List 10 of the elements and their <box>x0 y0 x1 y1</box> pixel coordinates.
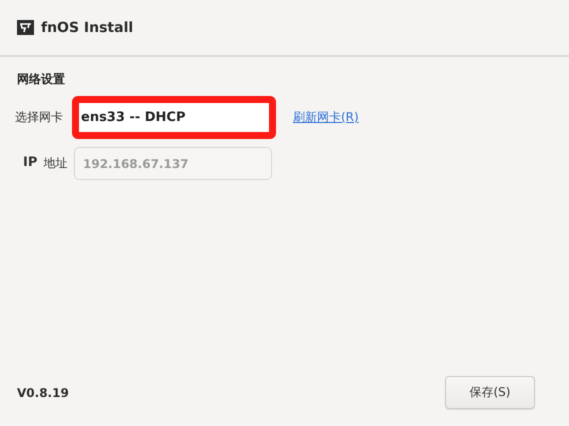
window-title: fnOS Install <box>41 20 134 36</box>
section-title: 网络设置 <box>17 71 66 88</box>
version-text: V0.8.19 <box>17 386 69 400</box>
save-button[interactable]: 保存(S) <box>445 376 535 409</box>
field-label: IP <box>23 155 38 172</box>
refresh-link[interactable]: 刷新网卡(R) <box>293 109 359 126</box>
field-label: 地址 <box>43 155 68 172</box>
field-label: 选择网卡 <box>15 109 63 126</box>
network-card-select[interactable]: ens33 -- DHCP <box>72 96 276 139</box>
app-logo-icon <box>17 20 34 35</box>
